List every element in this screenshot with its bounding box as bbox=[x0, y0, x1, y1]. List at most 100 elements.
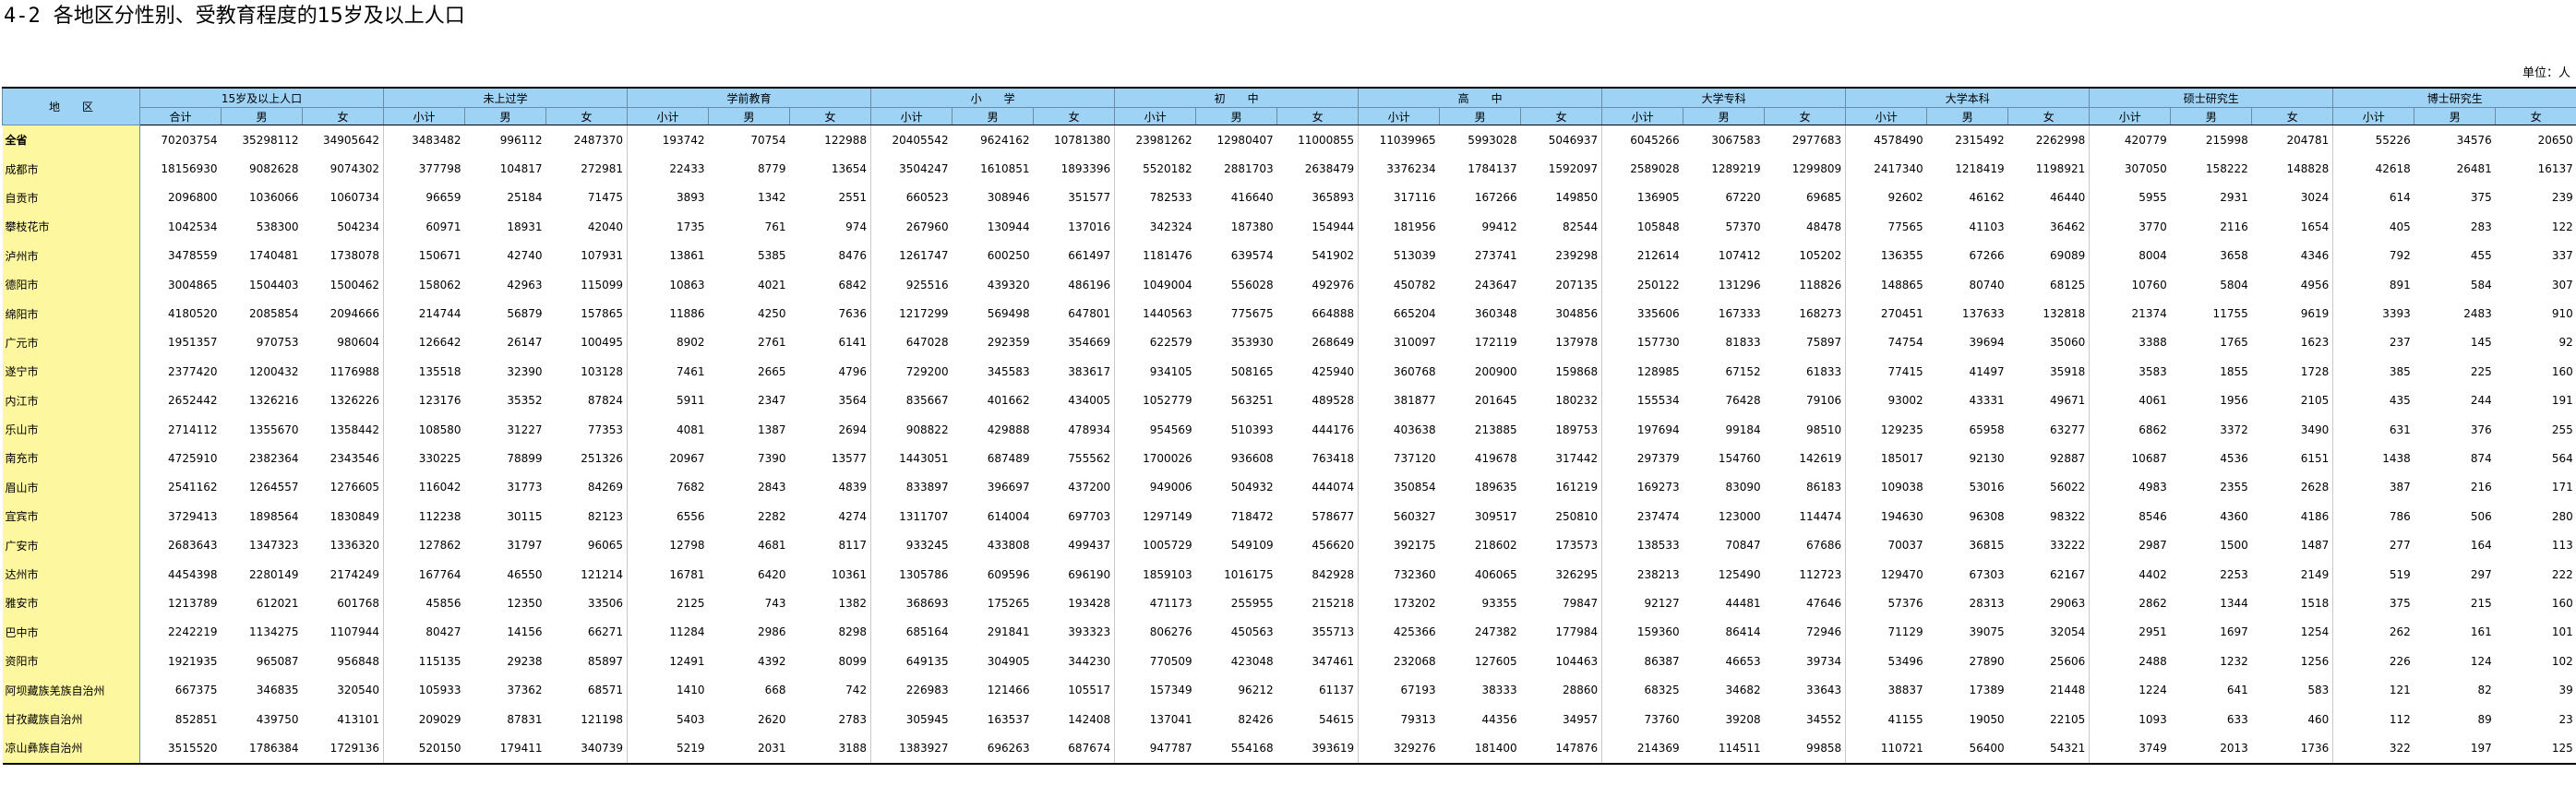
value-cell: 181400 bbox=[1439, 733, 1521, 765]
group-header: 初 中 bbox=[1114, 87, 1360, 108]
value-cell: 639574 bbox=[1230, 249, 1274, 263]
value-cell: 194630 bbox=[1845, 502, 1927, 531]
value-cell: 1289219 bbox=[1711, 162, 1761, 176]
value-cell: 277 bbox=[2332, 530, 2414, 560]
value-cell: 218602 bbox=[1474, 539, 1517, 553]
value-cell: 173573 bbox=[1555, 539, 1599, 553]
value-cell: 842928 bbox=[1312, 567, 1355, 581]
value-cell: 6556 bbox=[627, 502, 709, 531]
value-cell: 2931 bbox=[2220, 191, 2248, 205]
region-cell: 凉山彝族自治州 bbox=[2, 733, 140, 765]
value-cell: 974 bbox=[845, 220, 868, 233]
value-cell: 631 bbox=[2332, 414, 2414, 445]
value-cell: 160 bbox=[2551, 364, 2573, 378]
value-cell: 1859103 bbox=[1114, 559, 1196, 589]
value-cell: 2628 bbox=[2300, 481, 2330, 494]
region-cell: 绵阳市 bbox=[2, 299, 140, 328]
value-cell: 125 bbox=[2495, 733, 2576, 765]
value-cell: 93355 bbox=[1481, 596, 1517, 610]
sub-header: 女 bbox=[2251, 107, 2334, 125]
value-cell: 2977683 bbox=[1791, 133, 1842, 147]
value-cell: 129470 bbox=[1845, 559, 1927, 589]
value-cell: 13654 bbox=[831, 162, 868, 176]
value-cell: 1697 bbox=[2220, 625, 2248, 639]
value-cell: 142619 bbox=[1799, 451, 1842, 465]
value-cell: 506 bbox=[2470, 509, 2492, 523]
value-cell: 11755 bbox=[2212, 307, 2248, 321]
sub-header: 小计 bbox=[1601, 107, 1684, 125]
value-cell: 34957 bbox=[1562, 712, 1599, 726]
value-cell: 1232 bbox=[2220, 654, 2248, 668]
value-cell: 1261747 bbox=[870, 241, 953, 270]
sub-header: 小计 bbox=[870, 107, 953, 125]
table-row: 雅安市 1213789 612021 601768 45856 12350 33506 212… bbox=[2, 589, 2576, 618]
value-cell: 7390 bbox=[758, 451, 786, 465]
value-cell: 67152 bbox=[1725, 364, 1761, 378]
value-cell: 237474 bbox=[1601, 502, 1683, 531]
value-cell: 66271 bbox=[587, 625, 624, 639]
value-cell: 39734 bbox=[1806, 654, 1842, 668]
value-cell: 16137 bbox=[2537, 162, 2573, 176]
value-cell: 492976 bbox=[1312, 278, 1355, 291]
value-cell: 2986 bbox=[758, 625, 786, 639]
value-cell: 34905642 bbox=[322, 133, 380, 147]
value-cell: 375 bbox=[2470, 191, 2492, 205]
value-cell: 326295 bbox=[1555, 567, 1599, 581]
value-cell: 307050 bbox=[2089, 154, 2171, 184]
value-cell: 9624162 bbox=[980, 133, 1030, 147]
value-cell: 664888 bbox=[1312, 307, 1355, 321]
value-cell: 520150 bbox=[383, 733, 465, 765]
value-cell: 1855 bbox=[2220, 364, 2248, 378]
value-cell: 36462 bbox=[2050, 220, 2086, 233]
value-cell: 761 bbox=[764, 220, 786, 233]
value-cell: 340739 bbox=[545, 733, 628, 765]
value-cell: 393619 bbox=[1276, 733, 1359, 765]
value-cell: 3658 bbox=[2220, 249, 2248, 263]
value-cell: 584 bbox=[2470, 278, 2492, 291]
table-row: 绵阳市 4180520 2085854 2094666 214744 56879 15786… bbox=[2, 299, 2576, 328]
value-cell: 56400 bbox=[1926, 733, 2008, 765]
value-cell: 2487370 bbox=[573, 133, 624, 147]
value-cell: 1355670 bbox=[249, 422, 299, 436]
value-cell: 2013 bbox=[2170, 733, 2252, 765]
value-cell: 8476 bbox=[838, 249, 868, 263]
value-cell: 365893 bbox=[1312, 191, 1355, 205]
value-cell: 67220 bbox=[1725, 191, 1761, 205]
value-cell: 39694 bbox=[1969, 336, 2005, 350]
value-cell: 82123 bbox=[587, 509, 624, 523]
value-cell: 345583 bbox=[987, 364, 1030, 378]
value-cell: 4081 bbox=[627, 414, 709, 445]
value-cell: 39208 bbox=[1725, 712, 1761, 726]
value-cell: 2881703 bbox=[1224, 162, 1274, 176]
value-cell: 116042 bbox=[383, 472, 465, 503]
value-cell: 291841 bbox=[987, 625, 1030, 639]
value-cell: 425366 bbox=[1358, 617, 1440, 648]
value-cell: 136905 bbox=[1601, 183, 1683, 213]
region-cell: 达州市 bbox=[2, 559, 140, 589]
value-cell: 21374 bbox=[2089, 299, 2171, 328]
value-cell: 2174249 bbox=[329, 567, 380, 581]
value-cell: 129235 bbox=[1845, 414, 1927, 445]
value-cell: 1093 bbox=[2089, 704, 2171, 734]
value-cell: 137041 bbox=[1114, 704, 1196, 734]
value-cell: 1443051 bbox=[870, 444, 953, 473]
value-cell: 4274 bbox=[838, 509, 868, 523]
value-cell: 396697 bbox=[987, 481, 1030, 494]
value-cell: 329276 bbox=[1358, 733, 1440, 765]
value-cell: 614 bbox=[2332, 183, 2414, 213]
value-cell: 109038 bbox=[1845, 472, 1927, 503]
value-cell: 226983 bbox=[870, 675, 953, 705]
value-cell: 179411 bbox=[464, 733, 546, 765]
value-cell: 1921935 bbox=[168, 654, 218, 668]
value-cell: 3024 bbox=[2300, 191, 2330, 205]
value-cell: 499437 bbox=[1068, 539, 1111, 553]
value-cell: 47646 bbox=[1806, 596, 1842, 610]
value-cell: 925516 bbox=[870, 269, 953, 300]
value-cell: 563251 bbox=[1230, 394, 1274, 408]
sub-header: 女 bbox=[1520, 107, 1603, 125]
value-cell: 12350 bbox=[507, 596, 543, 610]
value-cell: 85897 bbox=[587, 654, 624, 668]
value-cell: 10687 bbox=[2089, 444, 2171, 473]
region-column-header: 地 区 bbox=[2, 87, 140, 125]
value-cell: 98510 bbox=[1806, 422, 1842, 436]
